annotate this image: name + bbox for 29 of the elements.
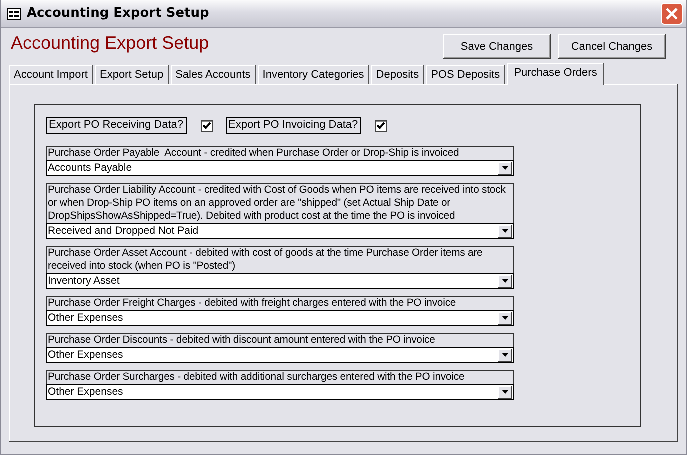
account-description: Purchase Order Asset Account - debited with cost of goods at the time Purchase Order items are received into stock (when PO is "Posted") (46, 246, 514, 273)
account-dropdown[interactable]: Other Expenses (46, 384, 514, 400)
tab[interactable]: Export Setup (94, 65, 169, 84)
account-description: Purchase Order Discounts - debited with discount amount entered with the PO invoice (46, 333, 514, 347)
checkbox[interactable] (375, 120, 388, 132)
action-button[interactable]: Cancel Changes (558, 34, 666, 59)
window-title: Accounting Export Setup (27, 6, 210, 21)
tab[interactable]: Account Import (9, 65, 93, 84)
account-description: Purchase Order Surcharges - debited with additional surcharges entered with the PO invoice (46, 370, 514, 384)
checkbox-label: Export PO Receiving Data? (46, 117, 187, 134)
form-heading: Accounting Export Setup (11, 33, 210, 54)
checkbox[interactable] (200, 120, 213, 132)
account-dropdown[interactable]: Other Expenses (46, 347, 514, 363)
account-dropdown[interactable]: Inventory Asset (46, 273, 514, 289)
close-icon[interactable] (661, 2, 683, 24)
account-description: Purchase Order Payable Account - credited when Purchase Order or Drop-Ship is invoiced (46, 146, 514, 160)
form-icon (7, 8, 21, 20)
account-description: Purchase Order Liability Account - credited with Cost of Goods when PO items are received into stock or when Drop-Ship PO items on an approved order are "shipped" (set Actual Ship Date or DropShipsShowAsShipped=True). Debited with product cost at the time the PO is invoiced (46, 183, 514, 223)
account-dropdown[interactable]: Received and Dropped Not Paid (46, 223, 514, 239)
account-dropdown[interactable]: Accounts Payable (46, 160, 514, 176)
account-dropdown[interactable]: Other Expenses (46, 310, 514, 326)
checkbox-label: Export PO Invoicing Data? (226, 117, 362, 134)
tab[interactable]: Deposits (371, 65, 424, 84)
tab[interactable]: Inventory Categories (258, 65, 370, 84)
tab[interactable]: POS Deposits (426, 65, 506, 84)
tab[interactable]: Purchase Orders (507, 63, 604, 85)
account-description: Purchase Order Freight Charges - debited with freight charges entered with the PO invoice (46, 296, 514, 310)
action-button[interactable]: Save Changes (443, 34, 551, 59)
tab[interactable]: Sales Accounts (170, 65, 256, 84)
